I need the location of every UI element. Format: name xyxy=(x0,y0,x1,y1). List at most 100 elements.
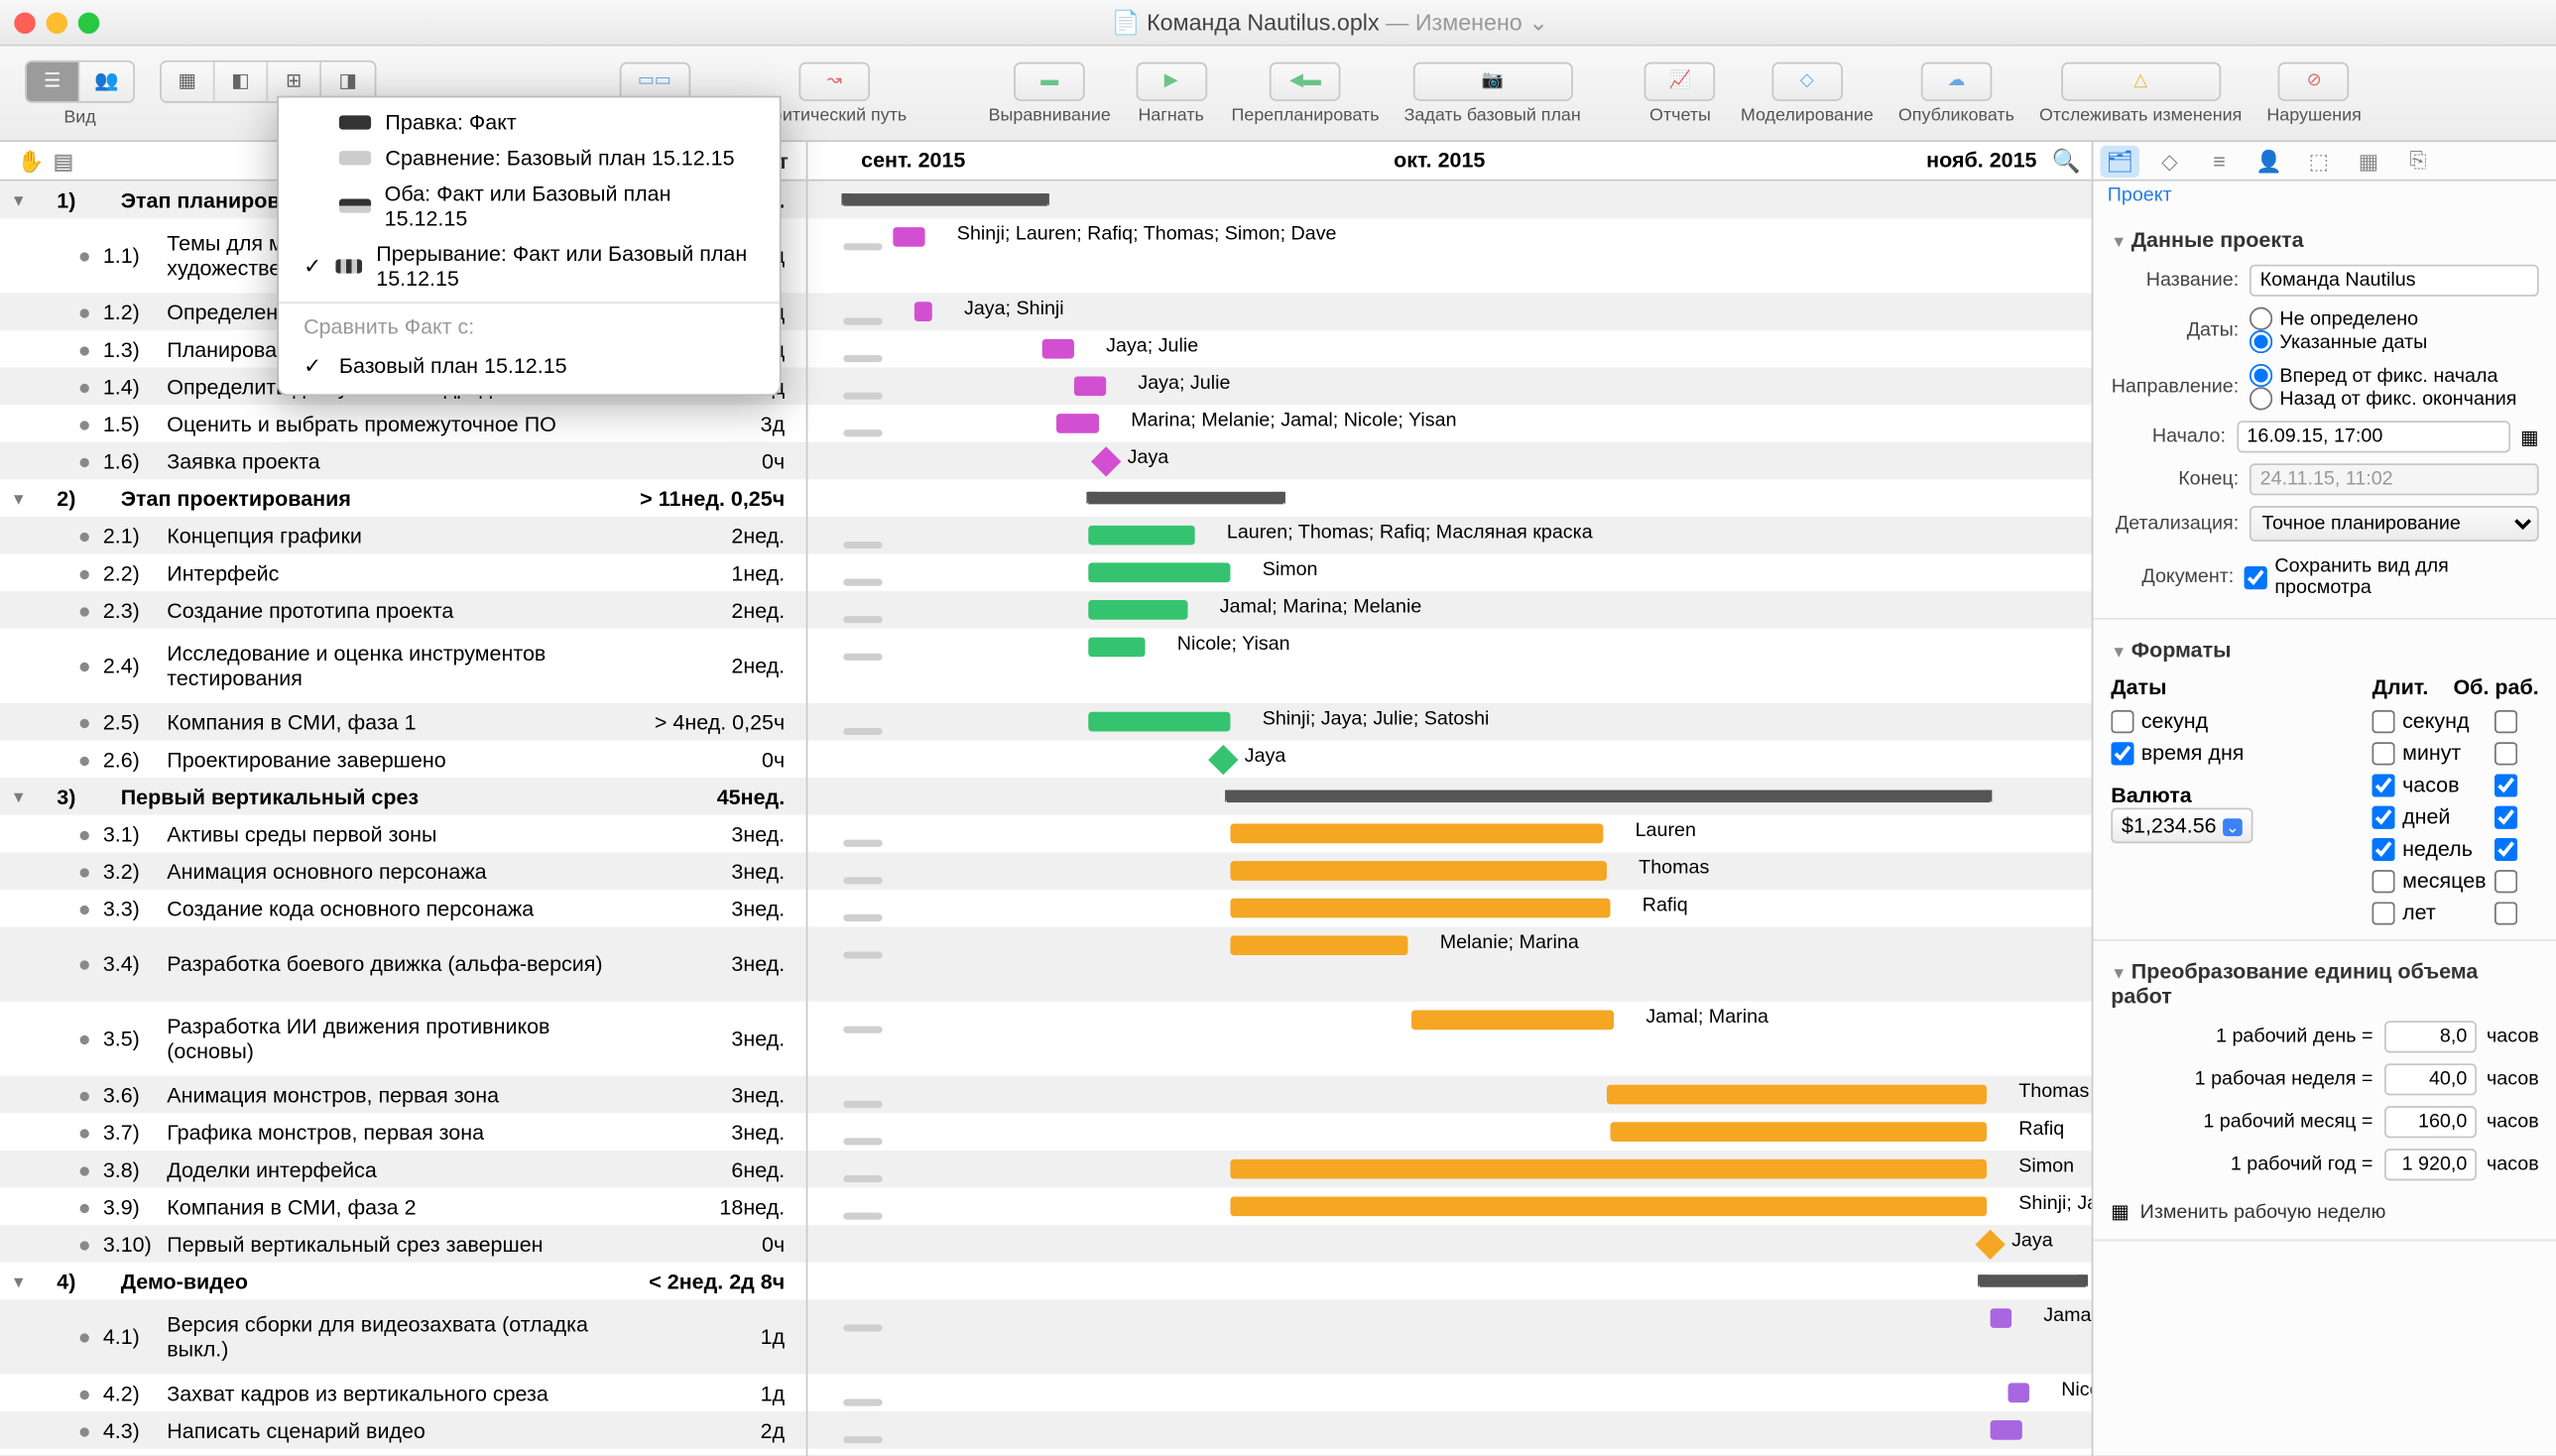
section-project-data[interactable]: Данные проекта xyxy=(2111,220,2538,259)
tab-custom[interactable]: ⎘ xyxy=(2398,145,2437,177)
tab-calendar[interactable]: ▦ xyxy=(2349,145,2387,177)
minimize-window[interactable] xyxy=(47,12,67,33)
gantt-row[interactable]: Nicole xyxy=(807,1374,2091,1411)
project-name-field[interactable] xyxy=(2250,265,2539,297)
gantt-row[interactable]: Jaya; Julie xyxy=(807,330,2091,368)
view-switcher[interactable]: ☰👥 Вид xyxy=(14,56,145,130)
task-row[interactable]: ●2.4)Исследование и оценка инструментов … xyxy=(0,629,806,703)
save-view-checkbox[interactable]: Сохранить вид для просмотра xyxy=(2245,552,2539,602)
gantt-chart[interactable]: сент. 2015 окт. 2015 нояб. 2015 🔍 Shinji… xyxy=(807,142,2091,1456)
fmt-timeofday[interactable]: время дня xyxy=(2111,737,2337,769)
gantt-row[interactable]: Shinji; Jaya; Julie; Satoshi xyxy=(807,1188,2091,1226)
task-row[interactable]: ●3.4)Разработка боевого движка (альфа-ве… xyxy=(0,926,806,1001)
task-row[interactable]: ●4.3)Написать сценарий видео2д xyxy=(0,1411,806,1449)
task-row[interactable]: ●3.2)Анимация основного персонажа3нед. xyxy=(0,852,806,890)
conv-year[interactable] xyxy=(2383,1149,2476,1180)
task-row[interactable]: ●3.5)Разработка ИИ движения противников … xyxy=(0,1002,806,1076)
conv-day[interactable] xyxy=(2383,1021,2476,1052)
start-date-field[interactable] xyxy=(2237,421,2510,452)
dates-undefined[interactable]: Не определено xyxy=(2250,307,2539,330)
tb-simulate[interactable]: ◇Моделирование xyxy=(1730,58,1884,129)
conv-month[interactable] xyxy=(2383,1106,2476,1138)
gantt-row[interactable]: Simon xyxy=(807,1151,2091,1188)
task-row[interactable]: ●2.1)Концепция графики2нед. xyxy=(0,517,806,554)
task-row[interactable]: ●1.6)Заявка проекта0ч xyxy=(0,442,806,480)
gantt-row[interactable] xyxy=(807,1411,2091,1449)
task-row[interactable]: ●1.5)Оценить и выбрать промежуточное ПО3… xyxy=(0,405,806,442)
tb-catchup[interactable]: ▶Нагнать xyxy=(1125,58,1217,129)
gantt-row[interactable]: Jaya; Julie xyxy=(807,368,2091,406)
tb-violations[interactable]: ⊘Нарушения xyxy=(2256,58,2373,129)
gantt-row[interactable]: Marina; Melanie; Jamal; Nicole; Yisan xyxy=(807,405,2091,442)
tb-track[interactable]: △Отслеживать изменения xyxy=(2028,58,2252,129)
granularity-select[interactable]: Точное планирование xyxy=(2250,506,2539,542)
gantt-row[interactable]: Jaya xyxy=(807,442,2091,480)
zoom-window[interactable] xyxy=(78,12,99,33)
gantt-row[interactable] xyxy=(807,778,2091,815)
task-row[interactable]: ●2.2)Интерфейс1нед. xyxy=(0,553,806,591)
tab-project[interactable]: 🗂 xyxy=(2101,145,2139,177)
gantt-row[interactable]: Shinji; Lauren; Rafiq; Thomas; Simon; Da… xyxy=(807,218,2091,293)
menu-item[interactable]: ✓Прерывание: Факт или Базовый план 15.12… xyxy=(279,236,780,297)
tab-milestones[interactable]: ◇ xyxy=(2150,145,2189,177)
task-row[interactable]: ●2.6)Проектирование завершено0ч xyxy=(0,740,806,778)
task-row[interactable]: ●4.1)Версия сборки для видеозахвата (отл… xyxy=(0,1299,806,1374)
task-row[interactable]: ●3.6)Анимация монстров, первая зона3нед. xyxy=(0,1076,806,1114)
gantt-row[interactable]: Jaya xyxy=(807,740,2091,778)
tb-baseline[interactable]: 📷Задать базовый план xyxy=(1394,58,1592,129)
edit-work-week[interactable]: Изменить рабочую неделю xyxy=(2140,1201,2386,1222)
gantt-row[interactable]: Jamal xyxy=(807,1299,2091,1374)
close-window[interactable] xyxy=(14,12,35,33)
gantt-row[interactable]: Rafiq xyxy=(807,890,2091,927)
tab-styles[interactable]: ⬚ xyxy=(2299,145,2338,177)
zoom-icon[interactable]: 🔍 xyxy=(2052,148,2081,177)
task-row[interactable]: ▼4)Демо-видео< 2нед. 2д 8ч xyxy=(0,1263,806,1300)
tab-tasks[interactable]: ≡ xyxy=(2200,145,2239,177)
dir-backward[interactable]: Назад от фикс. окончания xyxy=(2250,387,2539,410)
tb-reschedule[interactable]: ◀▬Перепланировать xyxy=(1221,58,1390,129)
menu-compare-item[interactable]: ✓Базовый план 15.12.15 xyxy=(279,344,780,387)
fmt-seconds[interactable]: секунд xyxy=(2111,705,2337,737)
section-formats[interactable]: Форматы xyxy=(2111,630,2538,668)
task-row[interactable]: ●4.2)Захват кадров из вертикального срез… xyxy=(0,1374,806,1411)
currency-select[interactable]: $1,234.56 ⌄ xyxy=(2111,807,2253,843)
task-row[interactable]: ●2.3)Создание прототипа проекта2нед. xyxy=(0,591,806,629)
menu-item[interactable]: Сравнение: Базовый план 15.12.15 xyxy=(279,140,780,176)
gantt-row[interactable] xyxy=(807,1263,2091,1300)
tb-level[interactable]: ▬Выравнивание xyxy=(978,58,1122,129)
gantt-row[interactable]: Rafiq xyxy=(807,1113,2091,1151)
task-row[interactable]: ●2.5)Компания в СМИ, фаза 1> 4нед. 0,25ч xyxy=(0,703,806,741)
task-row[interactable]: ●3.7)Графика монстров, первая зона3нед. xyxy=(0,1113,806,1151)
inspector-tabs[interactable]: 🗂 ◇ ≡ 👤 ⬚ ▦ ⎘ xyxy=(2093,142,2556,181)
dates-specific[interactable]: Указанные даты xyxy=(2250,330,2539,353)
gantt-row[interactable]: Jamal; Marina; Melanie xyxy=(807,591,2091,629)
gantt-row[interactable]: Thomas xyxy=(807,852,2091,890)
gantt-row[interactable]: Melanie; Marina xyxy=(807,926,2091,1001)
gantt-row[interactable]: Dave xyxy=(807,1449,2091,1456)
gantt-row[interactable]: Lauren; Thomas; Rafiq; Масляная краска xyxy=(807,517,2091,554)
gantt-row[interactable]: Jamal; Marina xyxy=(807,1002,2091,1076)
task-row[interactable]: ●4.4)Совместить кадры с музыкальной темо… xyxy=(0,1449,806,1456)
task-row[interactable]: ●3.8)Доделки интерфейса6нед. xyxy=(0,1151,806,1188)
task-row[interactable]: ●3.9)Компания в СМИ, фаза 218нед. xyxy=(0,1188,806,1226)
gantt-row[interactable]: Jaya xyxy=(807,1225,2091,1263)
menu-item[interactable]: Оба: Факт или Базовый план 15.12.15 xyxy=(279,176,780,236)
menu-item[interactable]: Правка: Факт xyxy=(279,105,780,141)
gantt-row[interactable]: Lauren xyxy=(807,815,2091,853)
gantt-row[interactable]: Shinji; Jaya; Julie; Satoshi xyxy=(807,703,2091,741)
gantt-row[interactable]: Jaya; Shinji xyxy=(807,293,2091,330)
section-conversions[interactable]: Преобразование единиц объема работ xyxy=(2111,951,2538,1015)
task-row[interactable]: ●3.10)Первый вертикальный срез завершен0… xyxy=(0,1225,806,1263)
tb-reports[interactable]: 📈Отчеты xyxy=(1634,58,1726,129)
gantt-row[interactable] xyxy=(807,479,2091,517)
task-row[interactable]: ▼3)Первый вертикальный срез45нед. xyxy=(0,778,806,815)
task-row[interactable]: ▼2)Этап проектирования> 11нед. 0,25ч xyxy=(0,479,806,517)
task-row[interactable]: ●3.1)Активы среды первой зоны3нед. xyxy=(0,815,806,853)
gantt-row[interactable]: Simon xyxy=(807,553,2091,591)
dir-forward[interactable]: Вперед от фикс. начала xyxy=(2250,364,2539,387)
task-row[interactable]: ●3.3)Создание кода основного персонажа3н… xyxy=(0,890,806,927)
gantt-row[interactable] xyxy=(807,182,2091,219)
calendar-icon[interactable]: ▦ xyxy=(2520,425,2539,448)
conv-week[interactable] xyxy=(2383,1063,2476,1095)
tb-publish[interactable]: ☁Опубликовать xyxy=(1887,58,2025,129)
